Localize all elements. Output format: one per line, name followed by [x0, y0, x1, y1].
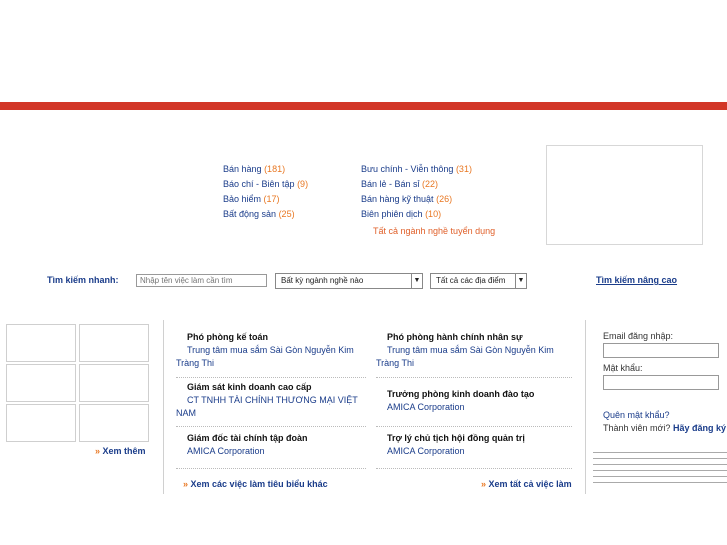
- employer-logo[interactable]: [79, 324, 149, 362]
- job-company[interactable]: AMICA Corporation: [376, 401, 577, 414]
- category-column-1: Bán hàng (181) Báo chí - Biên tập (9) Bả…: [223, 162, 308, 222]
- location-select-value: Tất cả các địa điểm: [436, 276, 506, 285]
- divider-line: [593, 458, 727, 459]
- job-title[interactable]: Giám sát kinh doanh cao cấp: [187, 381, 377, 394]
- category-link[interactable]: Bán hàng (181): [223, 162, 308, 177]
- job-company[interactable]: Trung tâm mua sắm Sài Gòn Nguyễn Kim Trà…: [376, 344, 577, 370]
- new-member-prompt: Thành viên mới? Hãy đăng ký: [603, 423, 726, 433]
- brand-red-bar: [0, 102, 727, 110]
- forgot-password-link[interactable]: Quên mật khẩu?: [603, 410, 670, 420]
- job-search-input[interactable]: [136, 274, 267, 287]
- password-label: Mật khẩu:: [603, 363, 643, 373]
- column-divider: [585, 320, 586, 494]
- category-section: Bán hàng (181) Báo chí - Biên tập (9) Bả…: [0, 110, 727, 270]
- job-company[interactable]: AMICA Corporation: [376, 445, 577, 458]
- employers-heading: Nhà tuyển dụng tiêu biểu: [24, 302, 120, 311]
- featured-jobs-heading: Việc làm tiêu biểu: [175, 302, 243, 311]
- row-divider: [176, 377, 366, 378]
- advanced-search-link[interactable]: Tìm kiếm nâng cao: [596, 275, 677, 285]
- bullet-icon: »: [481, 479, 487, 489]
- all-jobs-link[interactable]: » Xem tất cả việc làm: [481, 479, 572, 489]
- featured-news-title: Tin nóng nổi bật: [593, 129, 656, 138]
- divider-line: [593, 476, 727, 477]
- row-divider: [176, 426, 366, 427]
- divider-line: [593, 464, 727, 465]
- password-field[interactable]: [603, 375, 719, 390]
- divider-line: [593, 482, 727, 483]
- job-listing[interactable]: Trưởng phòng kinh doanh đào tạo AMICA Co…: [387, 388, 577, 414]
- row-divider: [376, 468, 572, 469]
- divider-line: [593, 470, 727, 471]
- email-label: Email đăng nhập:: [603, 331, 674, 341]
- bullet-icon: »: [95, 446, 101, 456]
- job-listing[interactable]: Giám sát kinh doanh cao cấp CT TNHH TÀI …: [176, 381, 377, 420]
- category-link[interactable]: Bảo hiểm (17): [223, 192, 308, 207]
- new-member-label: Thành viên mới?: [603, 423, 671, 433]
- divider-line: [593, 452, 727, 453]
- job-title[interactable]: Giám đốc tài chính tập đoàn: [187, 432, 377, 445]
- category-link[interactable]: Bán lẻ - Bán sỉ (22): [361, 177, 472, 192]
- job-title[interactable]: Trưởng phòng kinh doanh đào tạo: [387, 388, 577, 401]
- category-link[interactable]: Bưu chính - Viễn thông (31): [361, 162, 472, 177]
- employer-logo[interactable]: [6, 324, 76, 362]
- job-title[interactable]: Phó phòng hành chính nhân sự: [387, 331, 577, 344]
- category-link[interactable]: Bán hàng kỹ thuật (26): [361, 192, 472, 207]
- category-link[interactable]: Bất động sản (25): [223, 207, 308, 222]
- candidate-login-heading: Ứng viên đăng nhập: [617, 302, 695, 311]
- job-title[interactable]: Phó phòng kế toán: [187, 331, 377, 344]
- job-listing[interactable]: Giám đốc tài chính tập đoàn AMICA Corpor…: [187, 432, 377, 458]
- featured-news-box: [546, 145, 703, 245]
- job-listing[interactable]: Phó phòng hành chính nhân sự Trung tâm m…: [376, 331, 577, 370]
- job-listing[interactable]: Trợ lý chủ tịch hội đồng quản trị AMICA …: [387, 432, 577, 458]
- see-more-employers-link[interactable]: » Xem thêm: [95, 446, 146, 456]
- category-column-2: Bưu chính - Viễn thông (31) Bán lẻ - Bán…: [361, 162, 472, 222]
- industry-select-value: Bất kỳ ngành nghề nào: [281, 276, 364, 285]
- bullet-icon: »: [183, 479, 189, 489]
- candidate-login-form: Email đăng nhập: Mật khẩu:: [603, 330, 727, 394]
- chevron-down-icon[interactable]: ▼: [411, 274, 422, 288]
- column-divider: [163, 320, 164, 494]
- job-title[interactable]: Trợ lý chủ tịch hội đồng quản trị: [387, 432, 577, 445]
- job-company[interactable]: CT TNHH TÀI CHÍNH THƯƠNG MẠI VIỆT NAM: [176, 394, 377, 420]
- chevron-down-icon[interactable]: ▼: [515, 274, 526, 288]
- quick-search-label: Tìm kiếm nhanh:: [47, 275, 119, 285]
- job-company[interactable]: AMICA Corporation: [176, 445, 377, 458]
- employer-logo[interactable]: [79, 404, 149, 442]
- employer-logo[interactable]: [6, 364, 76, 402]
- all-categories-link[interactable]: Tất cả ngành nghề tuyển dụng: [373, 226, 495, 236]
- email-field[interactable]: [603, 343, 719, 358]
- row-divider: [176, 468, 366, 469]
- industry-select[interactable]: Bất kỳ ngành nghề nào ▼: [275, 273, 423, 289]
- row-divider: [376, 426, 572, 427]
- category-link[interactable]: Biên phiên dịch (10): [361, 207, 472, 222]
- row-divider: [376, 377, 572, 378]
- register-link[interactable]: Hãy đăng ký: [673, 423, 726, 433]
- location-select[interactable]: Tất cả các địa điểm ▼: [430, 273, 527, 289]
- job-listing[interactable]: Phó phòng kế toán Trung tâm mua sắm Sài …: [176, 331, 377, 370]
- header-banner: [0, 0, 727, 102]
- employer-logo[interactable]: [6, 404, 76, 442]
- quick-search-bar: Tìm kiếm nhanh: Bất kỳ ngành nghề nào ▼ …: [0, 270, 727, 292]
- employer-logo[interactable]: [79, 364, 149, 402]
- category-link[interactable]: Báo chí - Biên tập (9): [223, 177, 308, 192]
- more-featured-jobs-link[interactable]: » Xem các việc làm tiêu biểu khác: [183, 479, 328, 489]
- job-company[interactable]: Trung tâm mua sắm Sài Gòn Nguyễn Kim Trà…: [176, 344, 377, 370]
